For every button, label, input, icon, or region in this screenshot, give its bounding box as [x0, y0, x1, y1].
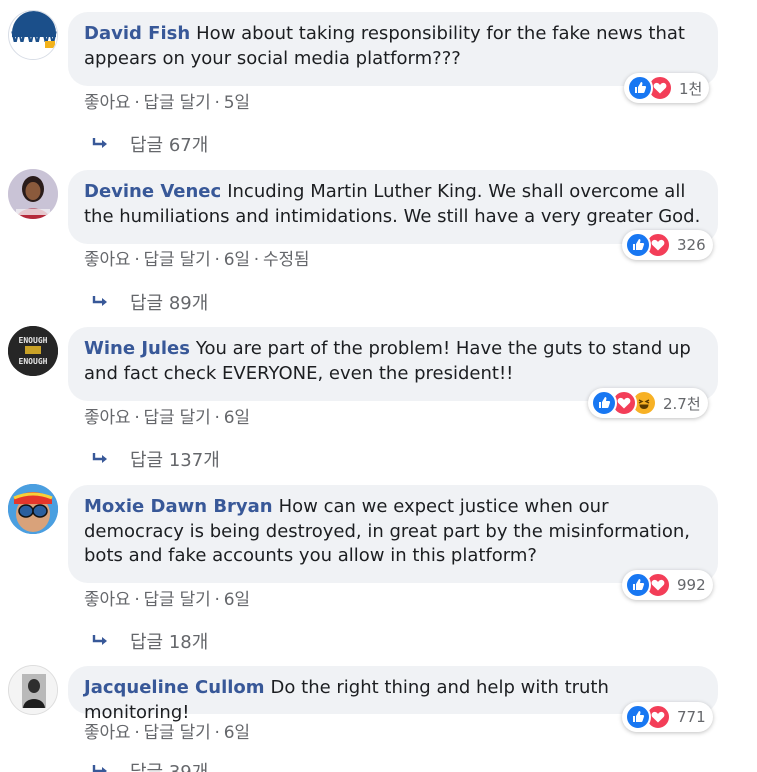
reaction-count: 326	[677, 236, 706, 254]
replies-count[interactable]: 답글 39개	[130, 758, 208, 772]
avatar[interactable]	[8, 169, 58, 219]
like-icon	[625, 232, 651, 258]
replies-count[interactable]: 답글 137개	[130, 446, 220, 472]
reply-button[interactable]: 답글 달기	[144, 408, 211, 428]
view-replies-link[interactable]: 답글 18개	[92, 628, 208, 654]
separator: ·	[134, 93, 140, 113]
separator: ·	[134, 408, 140, 428]
comment-actions: 좋아요 · 답글 달기 · 6일	[84, 585, 250, 610]
edited-label[interactable]: 수정됨	[263, 250, 310, 270]
separator: ·	[214, 250, 220, 270]
avatar[interactable]: ENOUGH ENOUGH	[8, 326, 58, 376]
svg-text:ENOUGH: ENOUGH	[19, 336, 48, 345]
avatar-photo-icon	[9, 666, 57, 714]
like-icon	[625, 572, 651, 598]
reaction-count: 771	[677, 708, 706, 726]
comment-bubble: David Fish How about taking responsibilit…	[68, 12, 718, 86]
svg-text:ENOUGH: ENOUGH	[19, 357, 48, 366]
view-replies-link[interactable]: 답글 67개	[92, 131, 208, 157]
reaction-summary[interactable]: 2.7천	[588, 388, 708, 418]
comment-author[interactable]: Jacqueline Cullom	[84, 677, 265, 698]
separator: ·	[214, 590, 220, 610]
timestamp[interactable]: 6일	[224, 590, 250, 610]
avatar-enough-icon: ENOUGH ENOUGH	[8, 326, 58, 376]
reply-arrow-icon	[92, 138, 107, 148]
reply-button[interactable]: 답글 달기	[144, 723, 211, 743]
replies-count[interactable]: 답글 18개	[130, 628, 208, 654]
reply-arrow-icon	[92, 765, 107, 772]
comment-actions: 좋아요 · 답글 달기 · 6일 · 수정됨	[84, 245, 310, 270]
like-icon	[625, 704, 651, 730]
reply-button[interactable]: 답글 달기	[144, 590, 211, 610]
like-button[interactable]: 좋아요	[84, 93, 131, 113]
comment-author[interactable]: Wine Jules	[84, 338, 190, 359]
like-button[interactable]: 좋아요	[84, 250, 131, 270]
reply-arrow-icon	[92, 296, 107, 306]
reply-arrow-icon	[92, 453, 107, 463]
avatar[interactable]	[8, 484, 58, 534]
replies-count[interactable]: 답글 67개	[130, 131, 208, 157]
like-button[interactable]: 좋아요	[84, 723, 131, 743]
comment-bubble: Devine Venec Incuding Martin Luther King.…	[68, 170, 718, 244]
avatar[interactable]	[8, 665, 58, 715]
reaction-summary[interactable]: 1천	[624, 73, 710, 103]
reaction-summary[interactable]: 326	[622, 230, 713, 260]
timestamp[interactable]: 6일	[224, 250, 250, 270]
comment-author[interactable]: David Fish	[84, 23, 190, 44]
comment-actions: 좋아요 · 답글 달기 · 6일	[84, 718, 250, 743]
timestamp[interactable]: 6일	[224, 723, 250, 743]
comment-actions: 좋아요 · 답글 달기 · 6일	[84, 403, 250, 428]
comment-actions: 좋아요 · 답글 달기 · 5일	[84, 88, 250, 113]
view-replies-link[interactable]: 답글 137개	[92, 446, 220, 472]
reply-arrow-icon	[92, 635, 107, 645]
reaction-count: 992	[677, 576, 706, 594]
separator: ·	[253, 250, 260, 270]
timestamp[interactable]: 5일	[224, 93, 250, 113]
like-button[interactable]: 좋아요	[84, 590, 131, 610]
like-icon	[591, 390, 617, 416]
like-icon	[627, 75, 653, 101]
avatar-logo-icon: WWW	[10, 11, 57, 59]
view-replies-link[interactable]: 답글 89개	[92, 289, 208, 315]
reply-button[interactable]: 답글 달기	[144, 250, 211, 270]
avatar[interactable]: WWW	[8, 10, 58, 60]
view-replies-link[interactable]: 답글 39개	[92, 758, 208, 772]
separator: ·	[134, 590, 140, 610]
separator: ·	[214, 408, 220, 428]
avatar-photo-icon	[8, 484, 58, 534]
separator: ·	[134, 250, 140, 270]
comment-bubble: Jacqueline Cullom Do the right thing and …	[68, 666, 718, 723]
reaction-count: 2.7천	[663, 394, 701, 413]
reaction-summary[interactable]: 992	[622, 570, 713, 600]
comment-bubble: Moxie Dawn Bryan How can we expect justic…	[68, 485, 718, 583]
separator: ·	[134, 723, 140, 743]
separator: ·	[214, 93, 220, 113]
reply-button[interactable]: 답글 달기	[144, 93, 211, 113]
comment-author[interactable]: Devine Venec	[84, 181, 221, 202]
separator: ·	[214, 723, 220, 743]
like-button[interactable]: 좋아요	[84, 408, 131, 428]
replies-count[interactable]: 답글 89개	[130, 289, 208, 315]
reaction-count: 1천	[679, 79, 703, 98]
timestamp[interactable]: 6일	[224, 408, 250, 428]
comment-author[interactable]: Moxie Dawn Bryan	[84, 496, 273, 517]
avatar-photo-icon	[8, 169, 58, 219]
reaction-summary[interactable]: 771	[622, 702, 713, 732]
